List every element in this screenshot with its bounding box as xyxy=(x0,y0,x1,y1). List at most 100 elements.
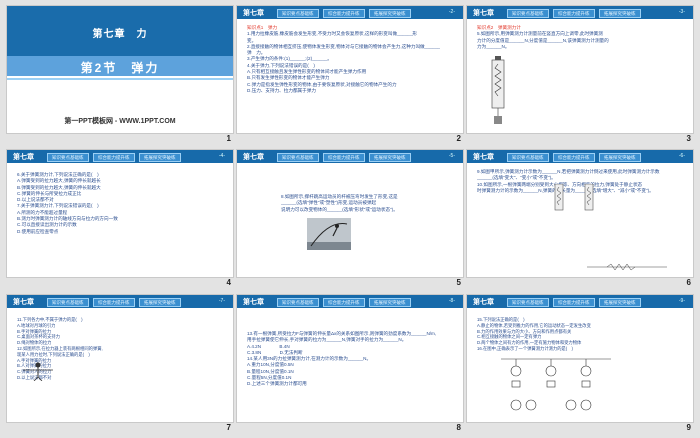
slide-6-canvas: 第七章 知识要点基础练 综合能力提升练 拓展探究突破练 -6- 9.如图甲所示,… xyxy=(467,150,693,277)
page-indicator: -8- xyxy=(448,298,455,304)
slide-header: 第七章 知识要点基础练 综合能力提升练 拓展探究突破练 -6- xyxy=(467,150,693,163)
slide-4-canvas: 第七章 知识要点基础练 综合能力提升练 拓展探究突破练 -4- 6.关于弹簧测力… xyxy=(7,150,233,277)
slide-body: 15.下列说法正确的是( ) A.静止的物体,若受到推力的作用,它的运动状态一定… xyxy=(477,317,685,352)
slide-header: 第七章 知识要点基础练 综合能力提升练 拓展探究突破练 -9- xyxy=(467,295,693,308)
tab-advanced[interactable]: 综合能力提升练 xyxy=(93,298,135,307)
site-watermark: 第一PPT模板网 - WWW.1PPT.COM xyxy=(64,118,176,125)
tab-basic[interactable]: 知识要点基础练 xyxy=(507,9,549,18)
text-line: 力为______N。 xyxy=(477,43,510,49)
slide-body: 知识点2 弹簧测力计 5.如图所示,用弹簧测力计测量前在竖直方向上调零,此时弹簧… xyxy=(477,25,685,50)
slide-thumbnail-8[interactable]: 第七章 知识要点基础练 综合能力提升练 拓展探究突破练 -8- 13.有一根弹簧… xyxy=(237,295,463,432)
slide-number: 4 xyxy=(226,278,231,287)
tab-basic[interactable]: 知识要点基础练 xyxy=(47,153,89,162)
text-line: 16.在图中,正确表示了一个弹簧测力计测力的是( ) xyxy=(477,345,573,351)
tab-extension[interactable]: 拓展探究突破练 xyxy=(599,153,641,162)
slide-header: 第七章 知识要点基础练 综合能力提升练 拓展探究突破练 -7- xyxy=(7,295,233,308)
tab-basic[interactable]: 知识要点基础练 xyxy=(277,153,319,162)
slide-thumbnail-3[interactable]: 第七章 知识要点基础练 综合能力提升练 拓展探究突破练 -3- 知识点2 弹簧测… xyxy=(467,6,693,143)
slide-number: 2 xyxy=(456,134,461,143)
slide-number: 3 xyxy=(686,134,691,143)
slide-5-canvas: 第七章 知识要点基础练 综合能力提升练 拓展探究突破练 -5- 8.如图所示,撑… xyxy=(237,150,463,277)
tab-extension[interactable]: 拓展探究突破练 xyxy=(599,298,641,307)
section-banner: 第2节 弹力 xyxy=(7,56,233,76)
slide-1-canvas: 第七章 力 第2节 弹力 第一PPT模板网 - WWW.1PPT.COM xyxy=(7,6,233,133)
text-line: D.上述三个弹簧测力计都可用 xyxy=(247,381,307,387)
slide-number: 7 xyxy=(226,423,231,432)
tab-advanced[interactable]: 综合能力提升练 xyxy=(323,298,365,307)
slide-number: 9 xyxy=(686,423,691,432)
slide-thumbnail-9[interactable]: 第七章 知识要点基础练 综合能力提升练 拓展探究突破练 -9- 15.下列说法正… xyxy=(467,295,693,432)
tab-extension[interactable]: 拓展探究突破练 xyxy=(369,9,411,18)
page-indicator: -2- xyxy=(448,9,455,15)
slide-2-canvas: 第七章 知识要点基础练 综合能力提升练 拓展探究突破练 -2- 知识点1 弹力 … xyxy=(237,6,463,133)
slide-thumbnail-2[interactable]: 第七章 知识要点基础练 综合能力提升练 拓展探究突破练 -2- 知识点1 弹力 … xyxy=(237,6,463,143)
slide-number: 1 xyxy=(226,134,231,143)
slide-8-canvas: 第七章 知识要点基础练 综合能力提升练 拓展探究突破练 -8- 13.有一根弹簧… xyxy=(237,295,463,422)
tab-extension[interactable]: 拓展探究突破练 xyxy=(599,9,641,18)
pulley-options-diagram xyxy=(501,358,611,411)
tab-advanced[interactable]: 综合能力提升练 xyxy=(323,153,365,162)
chapter-label: 第七章 xyxy=(13,299,34,306)
tab-basic[interactable]: 知识要点基础练 xyxy=(507,298,549,307)
slide-body: 13.有一根弹簧,所受拉力F与弹簧的伸长量Δx的关系如图所示,则弹簧的劲度系数为… xyxy=(247,331,455,388)
text-line: D.使用前应检查零点 xyxy=(17,228,59,234)
tab-basic[interactable]: 知识要点基础练 xyxy=(277,9,319,18)
slide-thumbnail-4[interactable]: 第七章 知识要点基础练 综合能力提升练 拓展探究突破练 -4- 6.关于弹簧测力… xyxy=(7,150,233,287)
page-indicator: -4- xyxy=(218,153,225,159)
text-line: 2.直接接触的物体相互挤压,使物体发生形变,物体对与它接触的物体会产生力,这种力… xyxy=(247,43,440,49)
page-indicator: -5- xyxy=(448,153,455,159)
page-indicator: -3- xyxy=(678,9,685,15)
tab-advanced[interactable]: 综合能力提升练 xyxy=(553,298,595,307)
chapter-label: 第七章 xyxy=(473,154,494,161)
chapter-label: 第七章 xyxy=(243,154,264,161)
slide-thumbnail-5[interactable]: 第七章 知识要点基础练 综合能力提升练 拓展探究突破练 -5- 8.如图所示,撑… xyxy=(237,150,463,287)
slide-header: 第七章 知识要点基础练 综合能力提升练 拓展探究突破练 -5- xyxy=(237,150,463,163)
slide-number: 6 xyxy=(686,278,691,287)
slide-thumbnail-7[interactable]: 第七章 知识要点基础练 综合能力提升练 拓展探究突破练 -7- 11.下列各力中… xyxy=(7,295,233,432)
tab-extension[interactable]: 拓展探究突破练 xyxy=(139,153,181,162)
slide-3-canvas: 第七章 知识要点基础练 综合能力提升练 拓展探究突破练 -3- 知识点2 弹簧测… xyxy=(467,6,693,133)
tab-advanced[interactable]: 综合能力提升练 xyxy=(553,9,595,18)
spring-tension-diagram xyxy=(587,263,667,271)
slide-header: 第七章 知识要点基础练 综合能力提升练 拓展探究突破练 -8- xyxy=(237,295,463,308)
spring-scales-diagram xyxy=(554,184,594,211)
slide-header: 第七章 知识要点基础练 综合能力提升练 拓展探究突破练 -2- xyxy=(237,6,463,19)
slide-thumbnail-6[interactable]: 第七章 知识要点基础练 综合能力提升练 拓展探究突破练 -6- 9.如图甲所示,… xyxy=(467,150,693,287)
page-indicator: -9- xyxy=(678,298,685,304)
page-indicator: -6- xyxy=(678,153,685,159)
page-indicator: -7- xyxy=(218,298,225,304)
tab-advanced[interactable]: 综合能力提升练 xyxy=(553,153,595,162)
chapter-label: 第七章 xyxy=(243,299,264,306)
chapter-label: 第七章 xyxy=(473,299,494,306)
slide-thumbnail-1[interactable]: 第七章 力 第2节 弹力 第一PPT模板网 - WWW.1PPT.COM 1 xyxy=(7,6,233,143)
section-title: 第2节 弹力 xyxy=(80,61,160,75)
slide-number: 5 xyxy=(456,278,461,287)
slide-9-canvas: 第七章 知识要点基础练 综合能力提升练 拓展探究突破练 -9- 15.下列说法正… xyxy=(467,295,693,422)
tab-basic[interactable]: 知识要点基础练 xyxy=(507,153,549,162)
tab-advanced[interactable]: 综合能力提升练 xyxy=(323,9,365,18)
tab-advanced[interactable]: 综合能力提升练 xyxy=(93,153,135,162)
slide-header: 第七章 知识要点基础练 综合能力提升练 拓展探究突破练 -3- xyxy=(467,6,693,19)
chapter-label: 第七章 xyxy=(473,10,494,17)
tab-basic[interactable]: 知识要点基础练 xyxy=(47,298,89,307)
chapter-label: 第七章 xyxy=(243,10,264,17)
spring-scale-icon xyxy=(491,56,505,124)
tab-extension[interactable]: 拓展探究突破练 xyxy=(139,298,181,307)
slide-number: 8 xyxy=(456,423,461,432)
chapter-banner: 第七章 力 xyxy=(7,6,233,56)
pole-vault-photo xyxy=(307,218,351,250)
divider xyxy=(7,78,233,80)
tab-extension[interactable]: 拓展探究突破练 xyxy=(369,298,411,307)
slide-header: 第七章 知识要点基础练 综合能力提升练 拓展探究突破练 -4- xyxy=(7,150,233,163)
text-line: 说明力可以改变物体的______(选填"形状"或"运动状态")。 xyxy=(281,206,398,212)
chest-expander-figure xyxy=(23,362,53,381)
tab-basic[interactable]: 知识要点基础练 xyxy=(277,298,319,307)
chapter-label: 第七章 xyxy=(13,154,34,161)
slide-7-canvas: 第七章 知识要点基础练 综合能力提升练 拓展探究突破练 -7- 11.下列各力中… xyxy=(7,295,233,422)
tab-extension[interactable]: 拓展探究突破练 xyxy=(369,153,411,162)
text-line: D.压力、支持力、拉力都属于弹力 xyxy=(247,87,316,93)
slide-body: 8.如图所示,撑杆跳高运动员的杆被压弯时发生了形变,这是 ______(选填"弹… xyxy=(281,194,455,213)
slide-body: 知识点1 弹力 1.用力拉橡皮筋,橡皮筋会发生形变,不受力时又会恢复原状,这样的… xyxy=(247,25,455,94)
chapter-title: 第七章 力 xyxy=(92,29,148,40)
slide-body: 6.关于弹簧测力计,下列说法正确的是( ) A.弹簧受到的拉力越大,弹簧的伸长就… xyxy=(17,172,225,235)
